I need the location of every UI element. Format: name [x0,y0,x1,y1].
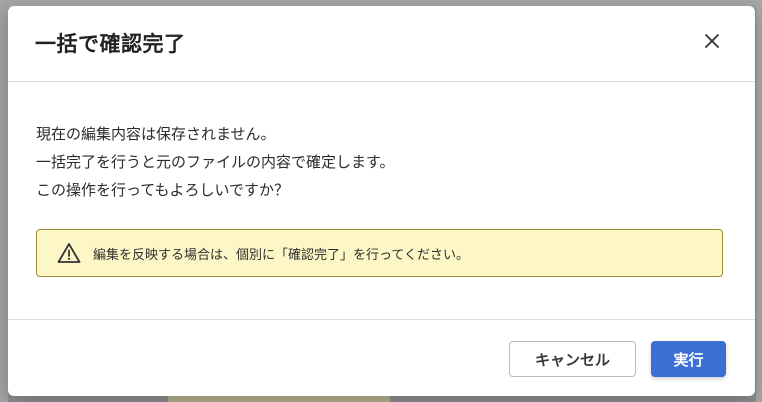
background-left-column [0,0,8,402]
message-line: 一括完了を行うと元のファイルの内容で確定します。 [36,153,395,171]
message-line: この操作を行ってもよろしいですか？ [36,181,290,199]
confirm-dialog: 一括で確認完了 現在の編集内容は保存されません。 一括完了を行うと元のファイルの… [8,6,755,396]
execute-button[interactable]: 実行 [651,341,726,377]
dialog-message: 現在の編集内容は保存されません。 一括完了を行うと元のファイルの内容で確定します… [36,120,395,204]
dialog-title: 一括で確認完了 [35,32,186,56]
message-line: 現在の編集内容は保存されません。 [36,125,276,143]
close-icon [705,34,719,48]
background-right-column [756,0,762,402]
dialog-footer: キャンセル 実行 [8,319,755,396]
warning-triangle-icon [57,243,81,263]
warning-box: 編集を反映する場合は、個別に「確認完了」を行ってください。 [36,229,723,277]
dialog-header: 一括で確認完了 [8,6,755,82]
close-button[interactable] [699,28,725,54]
warning-text: 編集を反映する場合は、個別に「確認完了」を行ってください。 [93,248,469,263]
background-table-cell [168,396,390,402]
cancel-button[interactable]: キャンセル [509,341,636,377]
dialog-body: 現在の編集内容は保存されません。 一括完了を行うと元のファイルの内容で確定します… [8,82,755,319]
